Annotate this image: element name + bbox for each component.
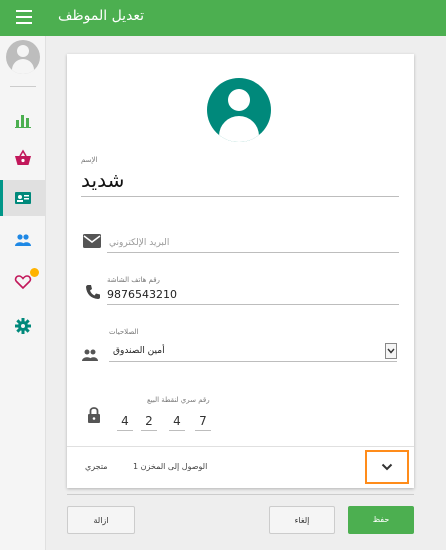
pin-digit-2[interactable]: 2 <box>141 414 157 431</box>
role-select-value: أمين الصندوق <box>113 346 165 356</box>
pin-digit-1[interactable]: 4 <box>117 414 133 431</box>
save-button[interactable]: حفظ <box>348 506 414 534</box>
sidebar-item-customers[interactable] <box>0 222 46 258</box>
pin-digit-3[interactable]: 4 <box>169 414 185 431</box>
email-field[interactable]: البريد الإلكتروني <box>109 238 169 248</box>
hamburger-menu-icon[interactable] <box>16 10 32 24</box>
sidebar-item-reports[interactable] <box>0 102 46 138</box>
phone-icon <box>86 285 100 299</box>
id-card-icon <box>15 192 31 204</box>
shopping-basket-icon <box>15 149 31 165</box>
expand-button[interactable] <box>365 450 409 484</box>
sidebar-item-employees[interactable] <box>0 180 46 216</box>
bar-chart-icon <box>15 115 31 128</box>
sidebar-item-loyalty[interactable] <box>0 264 46 300</box>
sidebar-divider <box>10 86 36 87</box>
pin-digit-4[interactable]: 7 <box>195 414 211 431</box>
role-select[interactable]: أمين الصندوق <box>109 340 397 362</box>
phone-label: رقم هاتف الشاشة <box>107 276 160 284</box>
store-label: متجري <box>85 462 108 471</box>
store-access-label: الوصول إلى المخزن 1 <box>133 462 208 471</box>
employee-form-card: الإسم شديد البريد الإلكتروني رقم هاتف ال… <box>67 54 414 488</box>
footer-divider <box>67 494 414 495</box>
lock-icon <box>88 407 100 423</box>
name-field[interactable]: شديد <box>81 168 124 192</box>
people-icon <box>82 349 98 361</box>
cancel-button[interactable]: إلغاء <box>269 506 335 534</box>
heart-icon <box>14 275 32 290</box>
employee-avatar[interactable] <box>207 78 271 142</box>
sidebar-item-sales[interactable] <box>0 140 46 176</box>
email-icon <box>83 234 101 248</box>
chevron-down-icon <box>381 463 393 471</box>
phone-field[interactable]: 9876543210 <box>107 288 177 301</box>
delete-button[interactable]: ازالة <box>67 506 135 534</box>
name-underline <box>81 196 399 197</box>
email-underline <box>107 252 399 253</box>
sidebar-item-settings[interactable] <box>0 308 46 344</box>
notification-badge <box>30 268 39 277</box>
app-header: تعديل الموظف <box>0 0 446 36</box>
page-title: تعديل الموظف <box>58 8 145 24</box>
gear-icon <box>15 318 31 334</box>
card-divider <box>67 446 414 447</box>
name-label: الإسم <box>81 156 98 164</box>
avatar[interactable] <box>6 40 40 74</box>
role-label: الصلاحيات <box>109 328 139 336</box>
pin-label: رقم سري لنقطة البيع <box>147 396 210 404</box>
phone-underline <box>107 304 399 305</box>
chevron-down-icon[interactable] <box>385 343 397 359</box>
people-icon <box>15 234 31 246</box>
sidebar <box>0 36 46 550</box>
